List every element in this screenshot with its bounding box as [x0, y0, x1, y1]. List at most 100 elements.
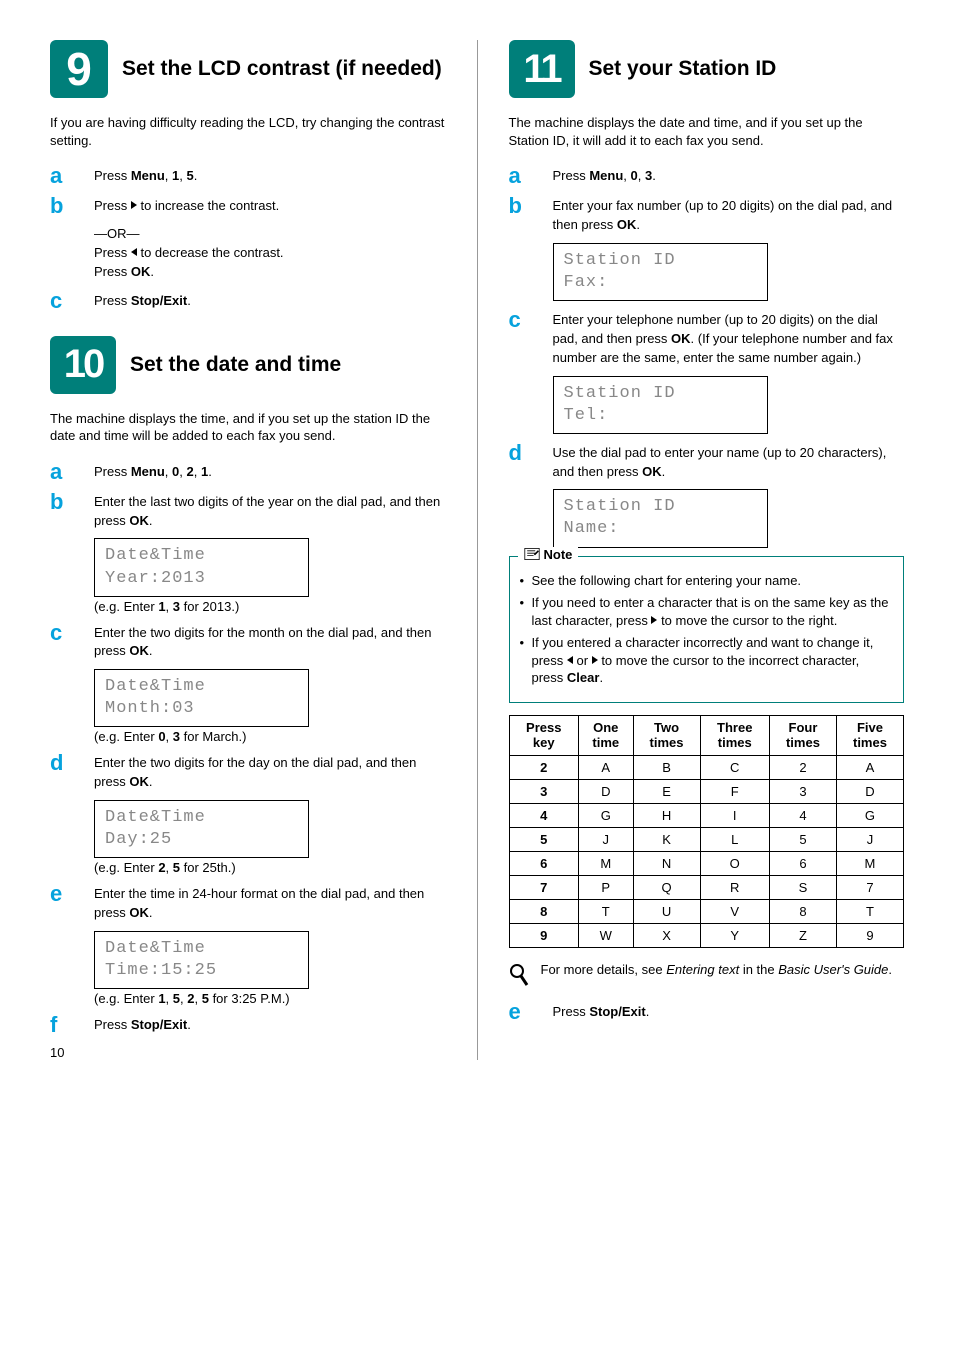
substep-letter: b: [50, 195, 78, 217]
key-stop-exit: Stop/Exit: [131, 293, 187, 308]
table-cell: D: [836, 780, 903, 804]
step-title-10: Set the date and time: [130, 352, 341, 378]
table-cell: G: [578, 804, 633, 828]
lcd-line: Time:15:25: [105, 960, 298, 982]
table-cell: T: [836, 900, 903, 924]
table-cell: X: [633, 924, 700, 948]
text: .: [149, 643, 153, 658]
step-title-9: Set the LCD contrast (if needed): [122, 56, 442, 82]
table-cell: 4: [509, 804, 578, 828]
lcd-line: Tel:: [564, 405, 757, 427]
text: ,: [165, 168, 172, 183]
key-2: 2: [187, 464, 194, 479]
text: ,: [638, 168, 645, 183]
text: ,: [194, 464, 201, 479]
step-10: 10 Set the date and time The machine dis…: [50, 336, 446, 1037]
lcd-line: Month:03: [105, 698, 298, 720]
table-row: 4GHI4G: [509, 804, 904, 828]
table-header: Threetimes: [700, 715, 769, 755]
substep-letter: b: [50, 491, 78, 513]
lcd-line: Date&Time: [105, 545, 298, 567]
table-cell: H: [633, 804, 700, 828]
example-text: (e.g. Enter 1, 3 for 2013.): [94, 599, 446, 614]
example-text: (e.g. Enter 1, 5, 2, 5 for 3:25 P.M.): [94, 991, 446, 1006]
step-11-b: b Enter your fax number (up to 20 digits…: [509, 195, 905, 235]
step-10-c: c Enter the two digits for the month on …: [50, 622, 446, 662]
lcd-display: Station IDFax:: [553, 243, 768, 301]
text: Press: [553, 1004, 590, 1019]
note-item: If you need to enter a character that is…: [520, 594, 894, 629]
step-number-10: 10: [50, 336, 116, 394]
key-menu: Menu: [589, 168, 623, 183]
table-cell: A: [578, 756, 633, 780]
table-cell: U: [633, 900, 700, 924]
table-cell: 6: [509, 852, 578, 876]
text: .: [149, 774, 153, 789]
text: ,: [165, 464, 172, 479]
text: Press: [553, 168, 590, 183]
note-item: If you entered a character incorrectly a…: [520, 634, 894, 687]
lcd-display: Date&TimeMonth:03: [94, 669, 309, 727]
table-cell: 5: [509, 828, 578, 852]
text: .: [150, 264, 154, 279]
step-title-11: Set your Station ID: [589, 56, 777, 82]
table-cell: 3: [509, 780, 578, 804]
step-10-d: d Enter the two digits for the day on th…: [50, 752, 446, 792]
key-menu: Menu: [131, 464, 165, 479]
substep-letter: e: [50, 883, 78, 905]
table-cell: F: [700, 780, 769, 804]
text: Press: [94, 264, 131, 279]
table-cell: C: [700, 756, 769, 780]
note-label-text: Note: [544, 547, 573, 562]
key-ok: OK: [129, 774, 149, 789]
table-cell: G: [836, 804, 903, 828]
table-cell: 6: [769, 852, 836, 876]
table-row: 7PQRS7: [509, 876, 904, 900]
note-item: See the following chart for entering you…: [520, 572, 894, 590]
step-number-11: 11: [509, 40, 575, 98]
ref-text: Basic User's Guide: [778, 962, 888, 977]
table-cell: 9: [836, 924, 903, 948]
note-box: Note See the following chart for enterin…: [509, 556, 905, 703]
key-ok: OK: [617, 217, 637, 232]
text: .: [187, 1017, 191, 1032]
text: ,: [179, 464, 186, 479]
step-11: 11 Set your Station ID The machine displ…: [509, 40, 905, 1023]
substep-letter: b: [509, 195, 537, 217]
text: Press: [94, 198, 131, 213]
text: For more details, see: [541, 962, 667, 977]
or-text: —OR—: [94, 225, 446, 244]
magnifier-icon: [509, 963, 529, 987]
lcd-line: Station ID: [564, 496, 757, 518]
text: ,: [623, 168, 630, 183]
table-cell: T: [578, 900, 633, 924]
text: .: [652, 168, 656, 183]
step-9: 9 Set the LCD contrast (if needed) If yo…: [50, 40, 446, 312]
lcd-display: Date&TimeYear:2013: [94, 538, 309, 596]
table-cell: B: [633, 756, 700, 780]
substep-letter: a: [509, 165, 537, 187]
lcd-line: Station ID: [564, 383, 757, 405]
substep-letter: a: [50, 461, 78, 483]
step-11-intro: The machine displays the date and time, …: [509, 114, 905, 149]
key-menu: Menu: [131, 168, 165, 183]
table-header: Presskey: [509, 715, 578, 755]
table-cell: D: [578, 780, 633, 804]
table-cell: E: [633, 780, 700, 804]
table-header: Fourtimes: [769, 715, 836, 755]
table-cell: R: [700, 876, 769, 900]
lcd-line: Fax:: [564, 272, 757, 294]
key-ok: OK: [131, 264, 151, 279]
substep-letter: e: [509, 1001, 537, 1023]
substep-letter: d: [50, 752, 78, 774]
step-9-a: a Press Menu, 1, 5.: [50, 165, 446, 187]
substep-letter: d: [509, 442, 537, 464]
table-cell: 7: [509, 876, 578, 900]
substep-letter: c: [509, 309, 537, 331]
table-cell: 9: [509, 924, 578, 948]
example-text: (e.g. Enter 2, 5 for 25th.): [94, 860, 446, 875]
table-cell: V: [700, 900, 769, 924]
text: .: [888, 962, 892, 977]
table-cell: M: [578, 852, 633, 876]
table-row: 2ABC2A: [509, 756, 904, 780]
